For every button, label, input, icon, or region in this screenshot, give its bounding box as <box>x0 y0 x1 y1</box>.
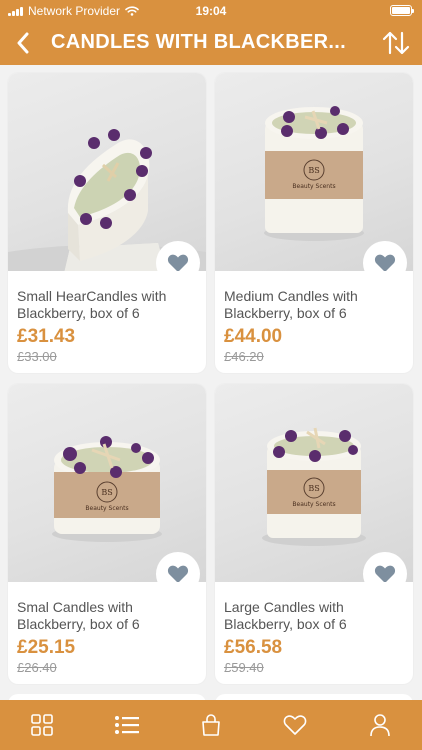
product-price: £44.00 <box>224 326 283 347</box>
product-image <box>8 73 206 271</box>
product-image: BS Beauty Scents <box>215 73 413 271</box>
product-image: BS Beauty Scents <box>8 384 206 582</box>
heart-icon <box>167 565 189 582</box>
nav-bar: CANDLES WITH BLACKBER... <box>0 22 422 65</box>
grid-icon <box>31 714 53 736</box>
tab-bag[interactable] <box>191 705 231 745</box>
product-card[interactable]: BS Beauty Scents Medium Candles with Bla… <box>215 73 413 373</box>
product-image: BS Beauty Scents <box>215 384 413 582</box>
product-price: £56.58 <box>224 637 283 658</box>
product-name: Smal Candles with Blackberry, box of 6 <box>17 599 140 632</box>
tab-list[interactable] <box>107 705 147 745</box>
battery-icon <box>390 5 414 16</box>
svg-text:Beauty Scents: Beauty Scents <box>292 183 335 190</box>
product-old-price: £46.20 <box>224 349 264 364</box>
product-name: Large Candles with Blackberry, box of 6 <box>224 599 347 632</box>
product-name: Medium Candles with Blackberry, box of 6 <box>224 288 358 321</box>
back-button[interactable] <box>8 28 38 58</box>
product-card[interactable]: BS Beauty Scents Large Candles with Blac… <box>215 384 413 684</box>
status-bar: Network Provider 19:04 <box>0 0 422 22</box>
product-card[interactable]: Small HearCandles with Blackberry, box o… <box>8 73 206 373</box>
heart-icon <box>374 565 396 582</box>
tab-profile[interactable] <box>360 705 400 745</box>
svg-text:Beauty Scents: Beauty Scents <box>85 505 128 512</box>
status-time: 19:04 <box>195 4 227 18</box>
svg-text:BS: BS <box>308 166 319 175</box>
svg-text:Beauty Scents: Beauty Scents <box>292 501 335 508</box>
product-card[interactable]: BS Beauty Scents Smal Candles with Black… <box>8 384 206 684</box>
list-icon <box>114 716 139 734</box>
sort-icon <box>382 31 410 55</box>
sort-button[interactable] <box>380 27 412 59</box>
tab-favorites[interactable] <box>275 705 315 745</box>
svg-text:BS: BS <box>101 488 112 497</box>
product-price: £25.15 <box>17 637 76 658</box>
product-old-price: £33.00 <box>17 349 57 364</box>
heart-icon <box>284 715 307 735</box>
heart-icon <box>374 254 396 271</box>
product-name: Small HearCandles with Blackberry, box o… <box>17 288 167 321</box>
product-old-price: £26.40 <box>17 660 57 675</box>
bag-icon <box>202 714 220 736</box>
svg-text:BS: BS <box>308 484 319 493</box>
product-old-price: £59.40 <box>224 660 264 675</box>
tab-bar <box>0 700 422 750</box>
product-price: £31.43 <box>17 326 76 347</box>
heart-icon <box>167 254 189 271</box>
chevron-left-icon <box>17 32 29 54</box>
tab-grid[interactable] <box>22 705 62 745</box>
user-icon <box>369 714 390 737</box>
page-title: CANDLES WITH BLACKBER... <box>51 31 346 53</box>
